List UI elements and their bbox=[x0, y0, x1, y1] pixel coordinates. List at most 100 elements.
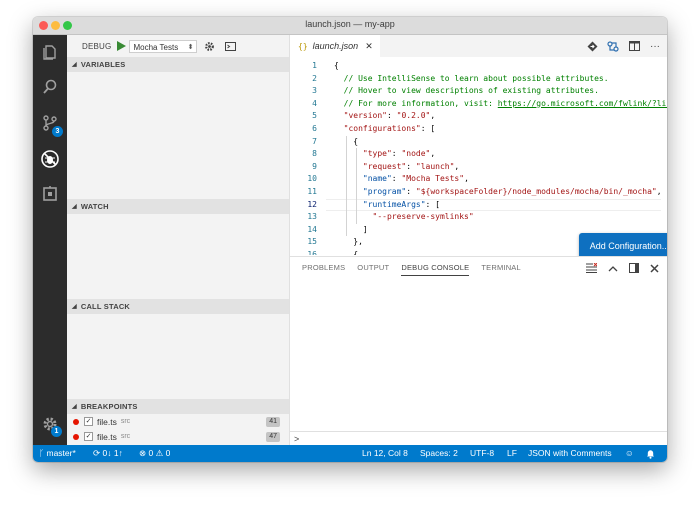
line-text: // Hover to view descriptions of existin… bbox=[334, 86, 599, 96]
activity-bar: 3 1 bbox=[33, 35, 67, 445]
split-editor-icon[interactable] bbox=[628, 40, 640, 52]
indentation-status[interactable]: Spaces: 2 bbox=[420, 445, 458, 462]
status-bar: ᚴ master* ⟳ 0↓ 1↑ ⊗ 0 ⚠ 0 Ln 12, Col 8 S… bbox=[33, 445, 667, 462]
code-line: 5 "version": "0.2.0", bbox=[290, 110, 667, 123]
clear-console-icon[interactable] bbox=[586, 263, 597, 274]
breakpoint-line-number: 41 bbox=[266, 416, 280, 427]
warning-count: 0 bbox=[165, 448, 171, 458]
error-count: 0 bbox=[148, 448, 154, 458]
encoding-status[interactable]: UTF-8 bbox=[470, 445, 494, 462]
breakpoint-line-number: 47 bbox=[266, 431, 280, 442]
line-number: 5 bbox=[312, 111, 317, 121]
breakpoint-dot-icon bbox=[73, 433, 79, 440]
line-number: 15 bbox=[307, 237, 317, 247]
extensions-icon[interactable] bbox=[33, 179, 67, 209]
breakpoint-file: file.ts bbox=[97, 431, 117, 442]
line-text: "type": "node", bbox=[334, 149, 436, 159]
toggle-panel-position-icon[interactable] bbox=[628, 263, 639, 274]
watch-section-header[interactable]: ◢ WATCH bbox=[67, 199, 289, 214]
title-bar: launch.json — my-app bbox=[33, 17, 667, 35]
language-mode[interactable]: JSON with Comments bbox=[528, 445, 612, 462]
code-line: 6 "configurations": [ bbox=[290, 123, 667, 136]
tab-launch-json[interactable]: {} launch.json ✕ bbox=[290, 35, 380, 57]
feedback-smiley-icon[interactable]: ☺ bbox=[625, 445, 634, 462]
open-changes-icon[interactable] bbox=[586, 40, 598, 52]
scm-badge: 3 bbox=[52, 126, 63, 137]
code-line: 1{ bbox=[290, 60, 667, 73]
line-text: { bbox=[334, 250, 359, 255]
debug-console-icon[interactable] bbox=[225, 41, 237, 52]
variables-section-header[interactable]: ◢ VARIABLES bbox=[67, 57, 289, 72]
explorer-icon[interactable] bbox=[33, 37, 67, 67]
line-text: ] bbox=[334, 224, 368, 234]
bottom-panel: PROBLEMS OUTPUT DEBUG CONSOLE TERMINAL > bbox=[290, 256, 667, 446]
notifications-bell-icon[interactable] bbox=[646, 445, 655, 462]
sync-icon: ⟳ bbox=[93, 448, 101, 458]
more-actions-icon[interactable]: ··· bbox=[649, 40, 661, 52]
line-number: 12 bbox=[307, 199, 317, 209]
eol-status[interactable]: LF bbox=[507, 445, 517, 462]
breakpoint-item[interactable]: ✓ file.ts src 41 bbox=[67, 414, 289, 429]
line-number: 9 bbox=[312, 161, 317, 171]
branch-status[interactable]: ᚴ master* bbox=[39, 445, 76, 462]
tab-output[interactable]: OUTPUT bbox=[357, 257, 389, 279]
close-tab-icon[interactable]: ✕ bbox=[365, 41, 373, 52]
start-debugging-button[interactable] bbox=[117, 40, 127, 52]
manage-gear-icon[interactable]: 1 bbox=[33, 409, 67, 439]
open-launch-json-gear-icon[interactable] bbox=[204, 41, 215, 52]
close-panel-icon[interactable] bbox=[649, 263, 660, 274]
sync-status[interactable]: ⟳ 0↓ 1↑ bbox=[93, 445, 123, 462]
line-number: 6 bbox=[312, 124, 317, 133]
line-text: "program": "${workspaceFolder}/node_modu… bbox=[334, 187, 662, 196]
line-number: 7 bbox=[312, 136, 317, 146]
line-number: 8 bbox=[312, 149, 317, 159]
git-compare-icon[interactable] bbox=[607, 40, 619, 52]
line-text: // For more information, visit: https://… bbox=[334, 98, 667, 108]
debug-label: DEBUG bbox=[82, 41, 112, 51]
line-number: 14 bbox=[307, 224, 317, 234]
line-number: 16 bbox=[307, 250, 317, 255]
code-editor[interactable]: 1{2 // Use IntelliSense to learn about p… bbox=[290, 57, 667, 255]
debug-sidebar: DEBUG Mocha Tests ⬍ ◢ VARIABLES ◢ WATCH bbox=[67, 35, 290, 445]
breakpoint-folder: src bbox=[120, 433, 131, 440]
callstack-section-header[interactable]: ◢ CALL STACK bbox=[67, 299, 289, 314]
problems-status[interactable]: ⊗ 0 ⚠ 0 bbox=[139, 445, 170, 462]
breakpoint-checkbox[interactable]: ✓ bbox=[84, 432, 93, 441]
line-text: "--preserve-symlinks" bbox=[334, 212, 474, 222]
window-title: launch.json — my-app bbox=[305, 19, 395, 29]
line-text: }, bbox=[334, 237, 363, 247]
source-control-icon[interactable]: 3 bbox=[33, 108, 67, 138]
breakpoint-checkbox[interactable]: ✓ bbox=[84, 417, 93, 426]
launch-config-select[interactable]: Mocha Tests ⬍ bbox=[129, 39, 198, 53]
editor-tab-bar: {} launch.json ✕ ··· bbox=[290, 35, 667, 57]
debug-console-input[interactable]: > bbox=[290, 431, 667, 446]
json-file-icon: {} bbox=[298, 41, 308, 51]
settings-badge: 1 bbox=[51, 426, 62, 437]
tab-label: launch.json bbox=[312, 41, 359, 51]
tab-debug-console[interactable]: DEBUG CONSOLE bbox=[401, 257, 470, 279]
line-number: 2 bbox=[312, 73, 317, 83]
warning-icon: ⚠ bbox=[155, 448, 164, 458]
maximize-panel-icon[interactable] bbox=[607, 263, 618, 274]
debug-toolbar: DEBUG Mocha Tests ⬍ bbox=[67, 35, 289, 57]
line-number: 13 bbox=[307, 212, 317, 222]
line-number: 4 bbox=[312, 98, 317, 108]
breakpoints-section-header[interactable]: ◢ BREAKPOINTS bbox=[67, 399, 289, 414]
line-number: 11 bbox=[307, 187, 317, 196]
collapse-icon: ◢ bbox=[72, 62, 77, 68]
breakpoint-item[interactable]: ✓ file.ts src 47 bbox=[67, 429, 289, 444]
collapse-icon: ◢ bbox=[72, 404, 77, 410]
search-icon[interactable] bbox=[33, 72, 67, 102]
code-line: 3 // Hover to view descriptions of exist… bbox=[290, 85, 667, 98]
tab-problems[interactable]: PROBLEMS bbox=[302, 257, 345, 279]
line-number: 1 bbox=[312, 61, 317, 70]
select-caret-icon: ⬍ bbox=[187, 43, 194, 51]
line-text: "name": "Mocha Tests", bbox=[334, 174, 469, 184]
cursor-position[interactable]: Ln 12, Col 8 bbox=[362, 445, 408, 462]
branch-icon: ᚴ bbox=[39, 448, 45, 458]
line-number: 10 bbox=[307, 174, 317, 184]
debug-icon[interactable] bbox=[33, 144, 67, 174]
line-text: // Use IntelliSense to learn about possi… bbox=[334, 73, 609, 83]
breakpoint-file: file.ts bbox=[97, 416, 117, 427]
tab-terminal[interactable]: TERMINAL bbox=[481, 257, 521, 279]
